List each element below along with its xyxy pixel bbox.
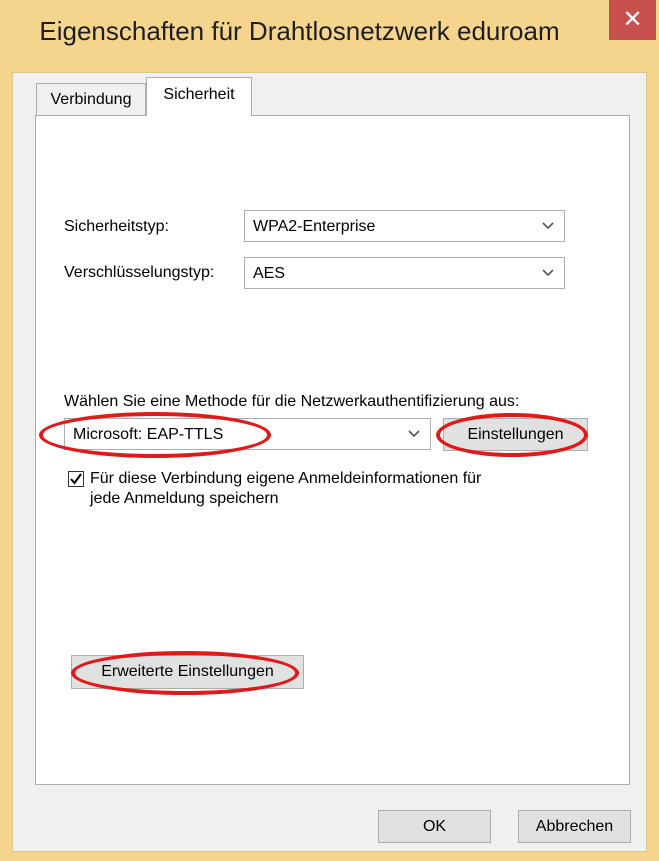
dialog-client-area: Verbindung Sicherheit Sicherheitstyp: WP… bbox=[12, 72, 647, 852]
tab-label: Verbindung bbox=[50, 91, 132, 108]
remember-credentials-checkbox[interactable] bbox=[68, 471, 84, 487]
auth-method-label: Wählen Sie eine Methode für die Netzwerk… bbox=[64, 393, 520, 410]
window-title: Eigenschaften für Drahtlosnetzwerk eduro… bbox=[39, 16, 560, 46]
security-type-value: WPA2-Enterprise bbox=[253, 218, 376, 235]
encryption-type-value: AES bbox=[253, 265, 286, 282]
close-icon: ✕ bbox=[622, 6, 643, 33]
close-button[interactable]: ✕ bbox=[609, 0, 656, 40]
tab-verbindung[interactable]: Verbindung bbox=[36, 83, 146, 115]
security-type-label: Sicherheitstyp: bbox=[64, 218, 169, 235]
remember-credentials-text-line2: jede Anmeldung speichern bbox=[90, 490, 279, 507]
tab-label: Sicherheit bbox=[163, 86, 235, 103]
security-type-select[interactable]: WPA2-Enterprise bbox=[244, 210, 565, 242]
chevron-down-icon bbox=[542, 262, 554, 285]
advanced-settings-button[interactable]: Erweiterte Einstellungen bbox=[71, 655, 304, 689]
tab-sicherheit[interactable]: Sicherheit bbox=[146, 77, 252, 116]
cancel-button[interactable]: Abbrechen bbox=[518, 810, 631, 843]
chevron-down-icon bbox=[542, 215, 554, 238]
remember-credentials-text-line1: Für diese Verbindung eigene Anmeldeinfor… bbox=[90, 470, 482, 487]
settings-button[interactable]: Einstellungen bbox=[443, 418, 588, 451]
auth-method-value: Microsoft: EAP-TTLS bbox=[73, 426, 224, 443]
title-bar[interactable]: Eigenschaften für Drahtlosnetzwerk eduro… bbox=[0, 0, 659, 72]
ok-button[interactable]: OK bbox=[378, 810, 491, 843]
encryption-type-label: Verschlüsselungstyp: bbox=[64, 264, 215, 281]
dialog-window: Eigenschaften für Drahtlosnetzwerk eduro… bbox=[0, 0, 659, 861]
auth-method-select[interactable]: Microsoft: EAP-TTLS bbox=[64, 418, 431, 450]
encryption-type-select[interactable]: AES bbox=[244, 257, 565, 289]
chevron-down-icon bbox=[408, 423, 420, 446]
security-tab-panel: Sicherheitstyp: WPA2-Enterprise Verschlü… bbox=[35, 115, 630, 785]
checkmark-icon bbox=[70, 473, 82, 485]
